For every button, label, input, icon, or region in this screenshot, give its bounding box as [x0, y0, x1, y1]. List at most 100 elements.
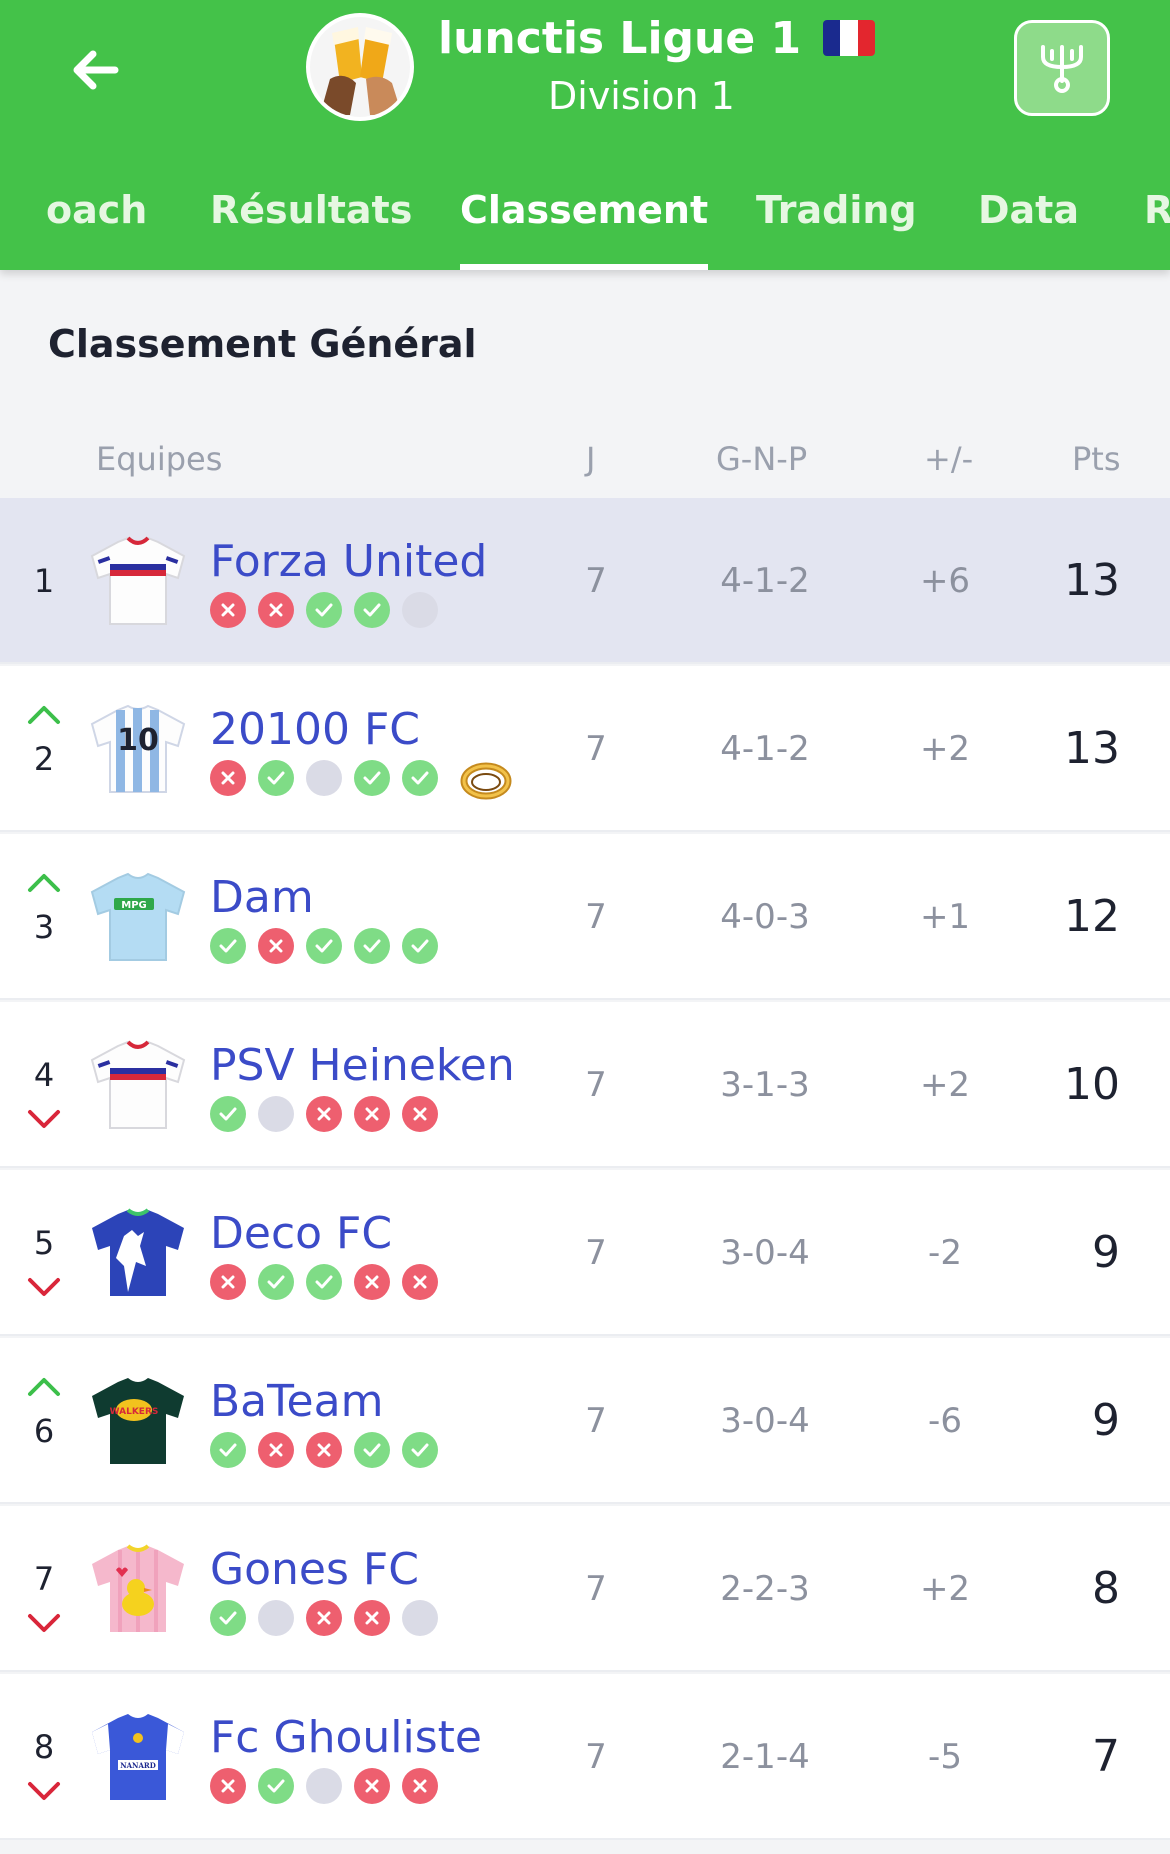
team-jersey-icon: WALKERS: [92, 1378, 184, 1464]
goal-diff-cell: +1: [919, 897, 971, 937]
france-flag-icon: [823, 20, 876, 56]
row-divider: [0, 830, 1170, 832]
form-indicators: [210, 1768, 438, 1804]
active-tab-underline: [460, 264, 709, 270]
form-win-icon: [402, 928, 438, 964]
team-jersey-icon: [92, 1208, 184, 1296]
form-pending-icon: [306, 760, 342, 796]
tab-trading[interactable]: Trading: [756, 180, 917, 270]
form-win-icon: [210, 928, 246, 964]
form-pending-icon: [306, 1768, 342, 1804]
points-cell: 9: [1092, 1395, 1120, 1446]
svg-text:NANARD: NANARD: [120, 1761, 156, 1770]
form-loss-icon: [210, 760, 246, 796]
team-name[interactable]: Forza United: [210, 536, 487, 587]
team-name[interactable]: Gones FC: [210, 1544, 419, 1595]
played-cell: 7: [585, 1233, 607, 1273]
column-header-record: G-N-P: [716, 440, 808, 478]
points-cell: 13: [1064, 555, 1120, 606]
played-cell: 7: [585, 1569, 607, 1609]
team-jersey-icon: 10: [90, 704, 186, 793]
column-header-points: Pts: [1072, 440, 1121, 478]
form-loss-icon: [306, 1096, 342, 1132]
svg-text:10: 10: [117, 723, 159, 758]
rank-down-icon: [28, 1110, 60, 1128]
table-row[interactable]: 6 WALKERS BaTeam 7 3-0-4 -6 9: [0, 1338, 1170, 1504]
form-win-icon: [258, 1768, 294, 1804]
form-pending-icon: [402, 592, 438, 628]
form-win-icon: [306, 592, 342, 628]
tab-data[interactable]: Data: [978, 180, 1079, 270]
rank-up-icon: [28, 706, 60, 724]
form-loss-icon: [402, 1096, 438, 1132]
row-divider: [0, 1838, 1170, 1840]
team-name[interactable]: Fc Ghouliste: [210, 1712, 482, 1763]
rank-number: 5: [33, 1224, 55, 1262]
row-divider: [0, 1502, 1170, 1504]
table-row[interactable]: 7 Gones FC 7 2-2-3 +2 8: [0, 1506, 1170, 1672]
table-row[interactable]: 5 Deco FC 7 3-0-4 -2 9: [0, 1170, 1170, 1336]
goal-diff-cell: -2: [928, 1233, 962, 1273]
row-divider: [0, 662, 1170, 664]
form-win-icon: [354, 592, 390, 628]
division-label: Division 1: [548, 74, 735, 118]
tab-coach[interactable]: oach: [46, 180, 147, 270]
form-loss-icon: [354, 1096, 390, 1132]
team-jersey-icon: [90, 536, 186, 625]
form-indicators: [210, 1264, 438, 1300]
tab-resultats[interactable]: Résultats: [210, 180, 412, 270]
goal-diff-cell: +2: [919, 729, 971, 769]
team-name[interactable]: PSV Heineken: [210, 1040, 515, 1091]
form-loss-icon: [306, 1432, 342, 1468]
form-loss-icon: [210, 1264, 246, 1300]
points-cell: 10: [1064, 1059, 1120, 1110]
goal-diff-cell: +6: [919, 561, 971, 601]
played-cell: 7: [585, 561, 607, 601]
form-win-icon: [354, 760, 390, 796]
form-indicators: [210, 592, 438, 628]
rank-number: 2: [33, 740, 55, 778]
table-row[interactable]: 8 NANARD Fc Ghouliste 7 2-1-4 -5 7: [0, 1674, 1170, 1840]
form-loss-icon: [354, 1600, 390, 1636]
form-win-icon: [306, 1264, 342, 1300]
record-cell: 4-1-2: [720, 729, 810, 769]
app-header: lunctis Ligue 1 Division 1 oach Résultat…: [0, 0, 1170, 270]
row-divider: [0, 1670, 1170, 1672]
league-title: lunctis Ligue 1: [438, 8, 876, 68]
svg-text:WALKERS: WALKERS: [110, 1407, 159, 1417]
team-name[interactable]: 20100 FC: [210, 704, 420, 755]
ring-icon: [460, 762, 512, 800]
played-cell: 7: [585, 729, 607, 769]
form-win-icon: [354, 1432, 390, 1468]
table-row[interactable]: 1 Forza United 7 4-1-2 +6 13: [0, 498, 1170, 664]
points-cell: 13: [1064, 723, 1120, 774]
form-indicators: [210, 1096, 438, 1132]
arrow-left-icon: [73, 50, 119, 90]
column-header-team: Equipes: [96, 440, 223, 478]
form-win-icon: [258, 760, 294, 796]
goal-diff-cell: +2: [919, 1065, 971, 1105]
form-win-icon: [402, 1432, 438, 1468]
team-name[interactable]: BaTeam: [210, 1376, 383, 1427]
svg-text:MPG: MPG: [121, 900, 147, 911]
form-loss-icon: [258, 928, 294, 964]
tab-more[interactable]: R: [1144, 180, 1170, 270]
played-cell: 7: [585, 1737, 607, 1777]
back-button[interactable]: [60, 40, 130, 100]
goal-diff-cell: -5: [928, 1737, 962, 1777]
trophy-button[interactable]: [1014, 20, 1110, 116]
beer-cheers-icon: [310, 17, 410, 117]
record-cell: 4-1-2: [720, 561, 810, 601]
rank-down-icon: [28, 1278, 60, 1296]
form-indicators: [210, 1600, 438, 1636]
league-logo: [306, 13, 414, 121]
team-name[interactable]: Dam: [210, 872, 314, 923]
tab-classement[interactable]: Classement: [460, 180, 709, 270]
team-name[interactable]: Deco FC: [210, 1208, 392, 1259]
table-row[interactable]: 3 MPG Dam 7 4-0-3 +1 12: [0, 834, 1170, 1000]
table-row[interactable]: 2 10 20100 FC 7 4-1-2 +2 13: [0, 666, 1170, 832]
form-win-icon: [306, 928, 342, 964]
table-row[interactable]: 4 PSV Heineken 7 3-1-3 +2 10: [0, 1002, 1170, 1168]
form-loss-icon: [210, 1768, 246, 1804]
form-win-icon: [210, 1432, 246, 1468]
